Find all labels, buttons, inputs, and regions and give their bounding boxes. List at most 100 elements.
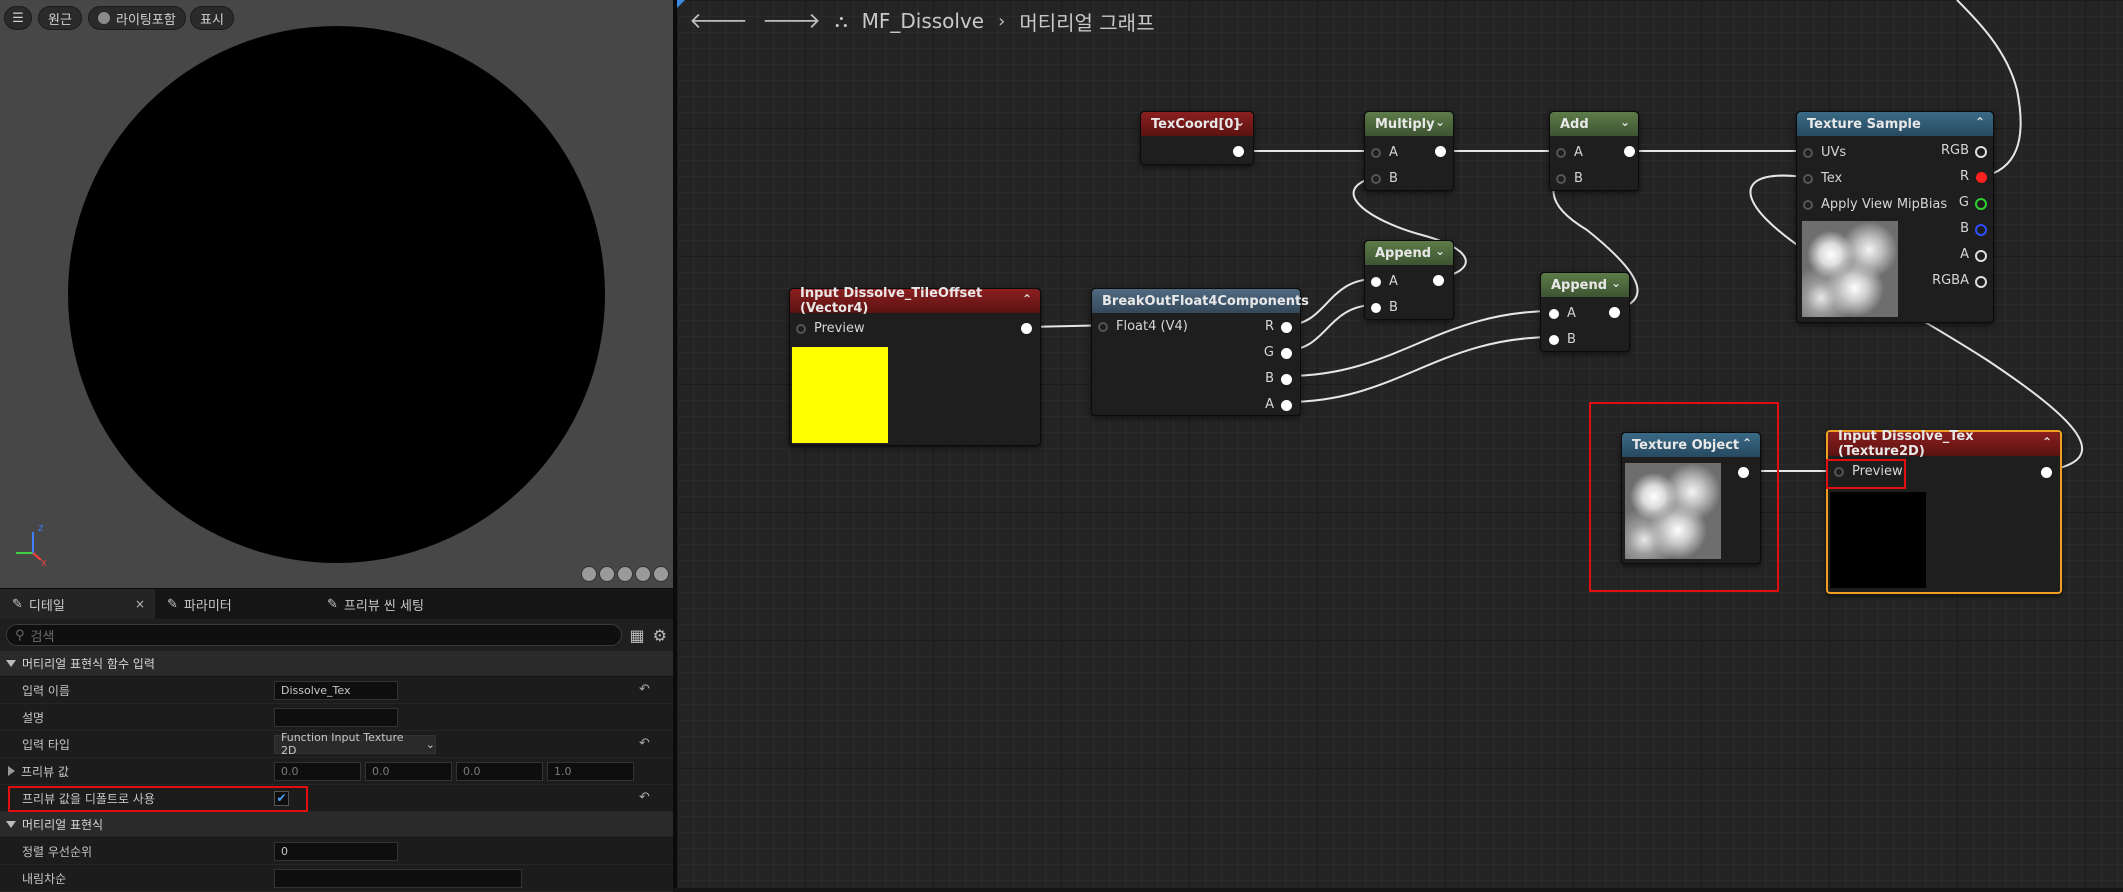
breakout-b-pin[interactable]: [1281, 374, 1292, 385]
node-input-tex-header[interactable]: Input Dissolve_Tex (Texture2D) ⌃: [1828, 429, 2060, 459]
chevron-down-icon[interactable]: ⌄: [1611, 276, 1621, 290]
node-append-1-title: Append: [1375, 245, 1432, 261]
node-append-1-header[interactable]: Append ⌄: [1365, 241, 1453, 265]
tab-preview-scene-label: 프리뷰 씬 세팅: [343, 598, 424, 614]
append2-pin-a[interactable]: A: [1549, 306, 1576, 321]
material-preview-viewport[interactable]: ☰ 원근 라이팅포함 표시 Z X: [0, 0, 673, 588]
lighting-mode-button[interactable]: 라이팅포함: [88, 6, 186, 30]
description-field[interactable]: [274, 707, 398, 727]
multiply-pin-b[interactable]: B: [1371, 171, 1398, 186]
settings-gear-icon[interactable]: ⚙: [653, 626, 667, 645]
texture-sample-pin-mipbias[interactable]: Apply View MipBias: [1803, 197, 1947, 212]
tileoffset-pin-preview[interactable]: Preview: [796, 321, 865, 336]
texture-sample-pin-uvs[interactable]: UVs: [1803, 145, 1846, 160]
multiply-output-pin[interactable]: [1435, 146, 1446, 157]
output-a-pin[interactable]: [1975, 250, 1987, 262]
node-texture-sample-header[interactable]: Texture Sample ⌃: [1797, 112, 1993, 136]
output-b-pin[interactable]: [1975, 224, 1987, 236]
preview-mesh-selector[interactable]: [581, 566, 669, 582]
reset-to-default-icon[interactable]: ↶: [639, 791, 653, 805]
sphere-mesh-icon[interactable]: [599, 566, 615, 582]
node-add-header[interactable]: Add ⌄: [1550, 112, 1638, 136]
reset-to-default-icon[interactable]: ↶: [639, 737, 653, 751]
pin-label: B: [1389, 171, 1398, 186]
input-tex-output-pin[interactable]: [2041, 467, 2052, 478]
collapse-chevron-icon[interactable]: ⌃: [1975, 115, 1985, 129]
node-append-1[interactable]: Append ⌄ A B: [1364, 240, 1454, 320]
chevron-down-icon[interactable]: ⌄: [1235, 115, 1245, 129]
node-texcoord-header[interactable]: TexCoord[0] ⌄: [1141, 112, 1253, 136]
input-type-dropdown[interactable]: Function Input Texture 2D ⌄: [274, 731, 436, 757]
append1-pin-a[interactable]: A: [1371, 274, 1398, 289]
output-rgba-pin[interactable]: [1975, 276, 1987, 288]
node-breakout-header[interactable]: BreakOutFloat4Components: [1092, 289, 1309, 313]
reset-to-default-icon[interactable]: ↶: [639, 683, 653, 697]
node-append-2[interactable]: Append ⌄ A B: [1540, 272, 1630, 352]
breakout-a-pin[interactable]: [1281, 400, 1292, 411]
node-input-tileoffset[interactable]: Input Dissolve_TileOffset (Vector4) ⌃ Pr…: [789, 286, 1041, 446]
chevron-down-icon[interactable]: ⌄: [1435, 115, 1445, 129]
add-pin-a[interactable]: A: [1556, 145, 1583, 160]
append2-output-pin[interactable]: [1609, 307, 1620, 318]
node-append-2-header[interactable]: Append ⌄: [1541, 273, 1629, 297]
node-multiply[interactable]: Multiply ⌄ A B: [1364, 111, 1454, 191]
material-graph-canvas[interactable]: 🡐 🡒 ⛬ MF_Dissolve › 머티리얼 그래프 TexCoord[0]…: [677, 0, 2123, 888]
breakout-g-pin[interactable]: [1281, 348, 1292, 359]
expand-arrow-icon[interactable]: [8, 766, 15, 776]
node-multiply-header[interactable]: Multiply ⌄: [1365, 112, 1453, 136]
plane-mesh-icon[interactable]: [617, 566, 633, 582]
add-pin-b[interactable]: B: [1556, 171, 1583, 186]
section-function-input[interactable]: 머티리얼 표현식 함수 입력: [0, 651, 673, 677]
close-tab-icon[interactable]: ×: [135, 597, 145, 611]
sort-priority-field[interactable]: 0: [274, 841, 398, 861]
perspective-button[interactable]: 원근: [38, 6, 82, 30]
multiply-pin-a[interactable]: A: [1371, 145, 1398, 160]
node-texture-sample[interactable]: Texture Sample ⌃ UVs Tex Apply View MipB…: [1796, 111, 1994, 323]
breakout-pin-input[interactable]: Float4 (V4): [1098, 319, 1188, 334]
collapse-chevron-icon[interactable]: ⌃: [2042, 435, 2052, 449]
tileoffset-output-pin[interactable]: [1021, 323, 1032, 334]
preview-value-y[interactable]: 0.0: [365, 761, 452, 781]
descending-field[interactable]: [274, 868, 522, 888]
chevron-down-icon[interactable]: ⌄: [1435, 244, 1445, 258]
collapse-chevron-icon[interactable]: ⌃: [1022, 292, 1032, 306]
viewport-menu-button[interactable]: ☰: [4, 6, 32, 30]
preview-value-z[interactable]: 0.0: [456, 761, 543, 781]
preview-value-w[interactable]: 1.0: [547, 761, 634, 781]
append1-pin-b[interactable]: B: [1371, 300, 1398, 315]
highlight-box-preview-pin: [1826, 459, 1906, 489]
section-material-expression[interactable]: 머티리얼 표현식: [0, 812, 673, 838]
chevron-down-icon[interactable]: ⌄: [1620, 115, 1630, 129]
preview-sphere: [68, 26, 605, 563]
details-tabbar: ✎ 디테일 × ✎ 파라미터 ✎ 프리뷰 씬 세팅: [0, 589, 673, 619]
tab-parameters[interactable]: ✎ 파라미터: [155, 589, 315, 619]
breakout-r-pin[interactable]: [1281, 322, 1292, 333]
custom-mesh-icon[interactable]: [653, 566, 669, 582]
node-input-dissolve-tex[interactable]: Input Dissolve_Tex (Texture2D) ⌃ Preview: [1826, 429, 2062, 594]
node-texcoord[interactable]: TexCoord[0] ⌄: [1140, 111, 1254, 165]
details-search-input[interactable]: ⚲ 검색: [6, 624, 622, 646]
output-g-pin[interactable]: [1975, 198, 1987, 210]
node-add[interactable]: Add ⌄ A B: [1549, 111, 1639, 191]
input-name-field[interactable]: Dissolve_Tex: [274, 680, 398, 700]
show-button[interactable]: 표시: [190, 6, 234, 30]
node-breakout-float4[interactable]: BreakOutFloat4Components Float4 (V4) R G…: [1091, 288, 1309, 416]
tab-details-label: 디테일: [28, 598, 65, 614]
cylinder-mesh-icon[interactable]: [581, 566, 597, 582]
pin-icon: [796, 323, 806, 334]
texture-sample-pin-tex[interactable]: Tex: [1803, 171, 1842, 186]
output-r-pin[interactable]: [1976, 172, 1987, 183]
append1-output-pin[interactable]: [1433, 275, 1444, 286]
tab-preview-scene-settings[interactable]: ✎ 프리뷰 씬 세팅: [315, 589, 436, 619]
tab-details[interactable]: ✎ 디테일 ×: [0, 589, 155, 619]
append2-pin-b[interactable]: B: [1549, 332, 1576, 347]
node-input-tileoffset-header[interactable]: Input Dissolve_TileOffset (Vector4) ⌃: [790, 286, 1040, 316]
preview-value-x[interactable]: 0.0: [274, 761, 361, 781]
table-view-icon[interactable]: ▦: [630, 626, 645, 645]
pin-icon: [1371, 173, 1381, 184]
node-breakout-title: BreakOutFloat4Components: [1102, 293, 1309, 309]
add-output-pin[interactable]: [1624, 146, 1635, 157]
texcoord-output-pin[interactable]: [1233, 146, 1244, 157]
output-rgb-pin[interactable]: [1975, 146, 1987, 158]
cube-mesh-icon[interactable]: [635, 566, 651, 582]
